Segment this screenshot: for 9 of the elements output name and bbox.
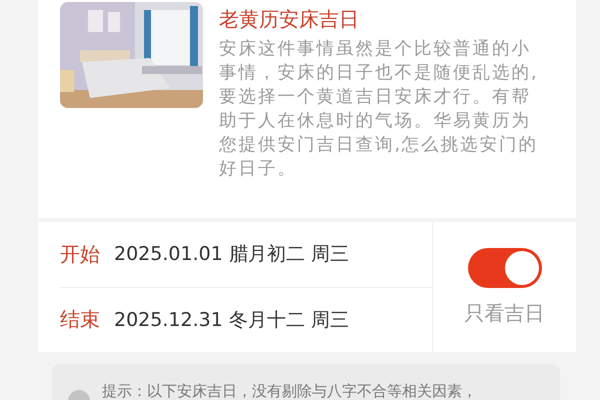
article-title: 老黄历安床吉日 [219,7,360,31]
date-label: 结束 [60,306,100,334]
tip-text: 提示：以下安床吉日，没有剔除与八字不合等相关因素， [102,382,477,400]
article-description: 安床这件事情虽然是个比较普通的小事情，安床的日子也不是随便乱选的,要选择一个黄道吉日安床才行。有帮助于人在休息时的气场。华易黄历为您提供安门吉日查询,怎么挑选安门的好日子。 [219,38,540,181]
date-value[interactable]: 2025.12.31 冬月十二 周三 [114,306,349,333]
toggle-label: 只看吉日 [464,300,544,326]
auspicious-toggle[interactable] [468,248,542,288]
date-value[interactable]: 2025.01.01 腊月初二 周三 [114,241,349,268]
date-label: 开始 [60,240,100,268]
